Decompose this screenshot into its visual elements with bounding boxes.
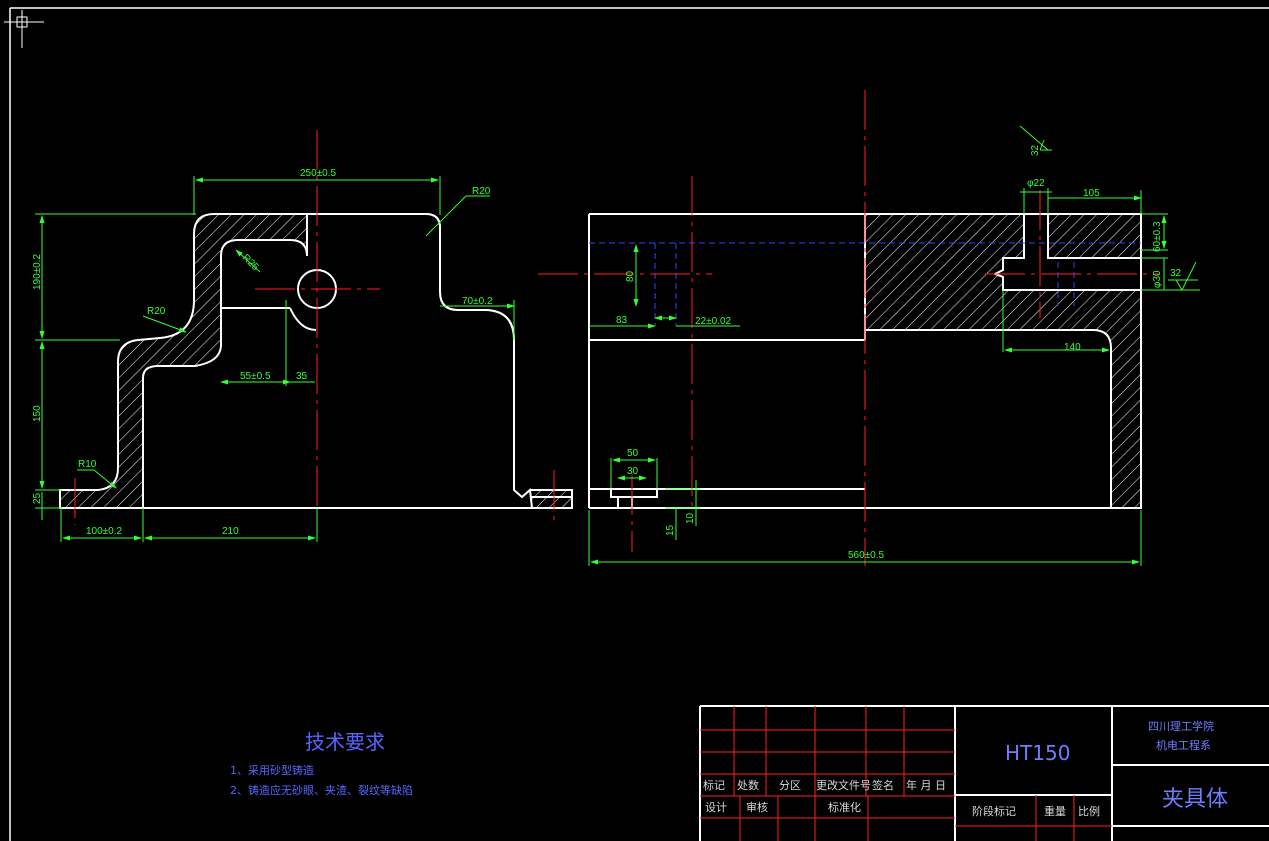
tb-label-weight: 重量 (1044, 804, 1066, 818)
dim-35: 35 (296, 371, 308, 382)
dim-10: 10 (685, 512, 696, 524)
tb-school: 四川理工学院 (1148, 719, 1214, 733)
cad-drawing: 250±0.5 R20 190±0.2 R25 70±0.2 R20 55±0.… (4, 7, 1269, 841)
dim-105: 105 (1083, 188, 1100, 199)
tb-label-standard: 标准化 (828, 800, 861, 814)
tb-label-sign: 签名 (872, 778, 894, 792)
dim-22: 22±0.02 (695, 316, 732, 327)
front-view: 250±0.5 R20 190±0.2 R25 70±0.2 R20 55±0.… (32, 130, 573, 542)
title-block: 标记 处数 分区 更改文件号 签名 年 月 日 设计 审核 标准化 HT150 … (699, 705, 1269, 841)
dim-r10: R10 (78, 459, 97, 470)
tb-label-scale: 比例 (1078, 804, 1100, 818)
dim-80: 80 (625, 270, 636, 282)
dim-50: 50 (627, 448, 639, 459)
dim-250: 250±0.5 (300, 168, 337, 179)
dim-100: 100±0.2 (86, 526, 123, 537)
dim-phi22: φ22 (1027, 178, 1045, 189)
tb-label-design: 设计 (705, 801, 727, 814)
tb-label-date: 年 月 日 (906, 778, 946, 792)
tb-label-zone: 分区 (779, 779, 801, 792)
dim-83: 83 (616, 315, 628, 326)
dim-phi30: φ30 (1152, 270, 1163, 288)
tb-department: 机电工程系 (1156, 738, 1211, 752)
notes-line-1: 1、采用砂型铸造 (230, 763, 314, 777)
tb-label-review: 审核 (746, 800, 768, 814)
tb-label-stage: 阶段标记 (972, 804, 1016, 818)
dim-60: 60±0.3 (1152, 221, 1163, 252)
tb-part-name: 夹具体 (1162, 787, 1228, 812)
dim-30: 30 (627, 466, 639, 477)
dim-15: 15 (665, 524, 676, 536)
dim-560: 560±0.5 (848, 550, 885, 561)
dim-70: 70±0.2 (462, 296, 493, 307)
dim-25: 25 (32, 492, 43, 504)
dim-55: 55±0.5 (240, 371, 271, 382)
tb-label-mark: 标记 (703, 778, 725, 792)
dim-210: 210 (222, 526, 239, 537)
notes-title: 技术要求 (305, 730, 385, 754)
dim-r20-left: R20 (147, 306, 166, 317)
dim-150: 150 (32, 405, 43, 422)
dim-32-top: 32 (1030, 144, 1041, 156)
tb-label-count: 处数 (737, 779, 759, 792)
dim-r20-top: R20 (472, 186, 491, 197)
tb-material: HT150 (1005, 741, 1070, 765)
technical-requirements: 技术要求 1、采用砂型铸造 2、铸造应无砂眼、夹渣、裂纹等缺陷 (230, 730, 413, 797)
notes-line-2: 2、铸造应无砂眼、夹渣、裂纹等缺陷 (230, 783, 413, 797)
side-view: 32 φ22 105 60±0.3 φ30 32 80 83 22±0.02 1… (538, 90, 1200, 566)
dim-190: 190±0.2 (32, 253, 43, 290)
dim-32-right: 32 (1170, 268, 1182, 279)
tb-label-change-doc: 更改文件号 (816, 778, 871, 792)
dim-140: 140 (1064, 342, 1081, 353)
